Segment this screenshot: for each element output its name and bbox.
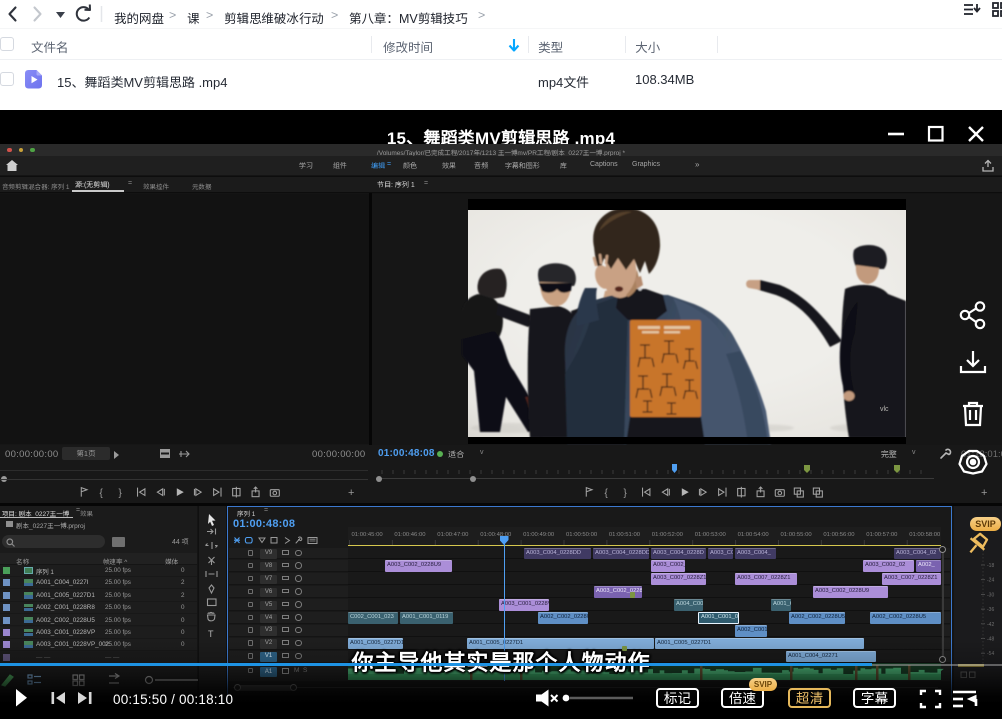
svg-text:01:00:47:00: 01:00:47:00	[437, 532, 469, 538]
svg-text:-18: -18	[987, 563, 994, 569]
svg-text:01:00:51:00: 01:00:51:00	[609, 532, 641, 538]
svg-text:-30: -30	[987, 592, 994, 598]
svg-text:T: T	[208, 629, 214, 639]
svg-text:01:00:58:00: 01:00:58:00	[909, 532, 941, 538]
svg-text:01:00:46:00: 01:00:46:00	[394, 532, 426, 538]
svg-text:-36: -36	[987, 607, 994, 613]
svg-text:-24: -24	[987, 578, 994, 584]
svg-text:vlc: vlc	[880, 406, 889, 413]
svg-text:01:00:54:00: 01:00:54:00	[738, 532, 770, 538]
svg-text:01:00:52:00: 01:00:52:00	[652, 532, 684, 538]
svg-text:01:00:49:00: 01:00:49:00	[523, 532, 555, 538]
svg-text:01:00:45:00: 01:00:45:00	[352, 532, 384, 538]
svg-text:{: {	[99, 488, 103, 499]
svg-text:01:00:55:00: 01:00:55:00	[781, 532, 813, 538]
svg-text:01:00:57:00: 01:00:57:00	[866, 532, 898, 538]
svg-text:{: {	[604, 488, 608, 499]
svg-text:}: }	[624, 488, 628, 499]
svg-text:-42: -42	[987, 622, 994, 628]
svg-text:01:00:53:00: 01:00:53:00	[695, 532, 727, 538]
svg-text:}: }	[119, 488, 123, 499]
svg-text:01:00:50:00: 01:00:50:00	[566, 532, 598, 538]
svg-text:01:00:56:00: 01:00:56:00	[823, 532, 855, 538]
